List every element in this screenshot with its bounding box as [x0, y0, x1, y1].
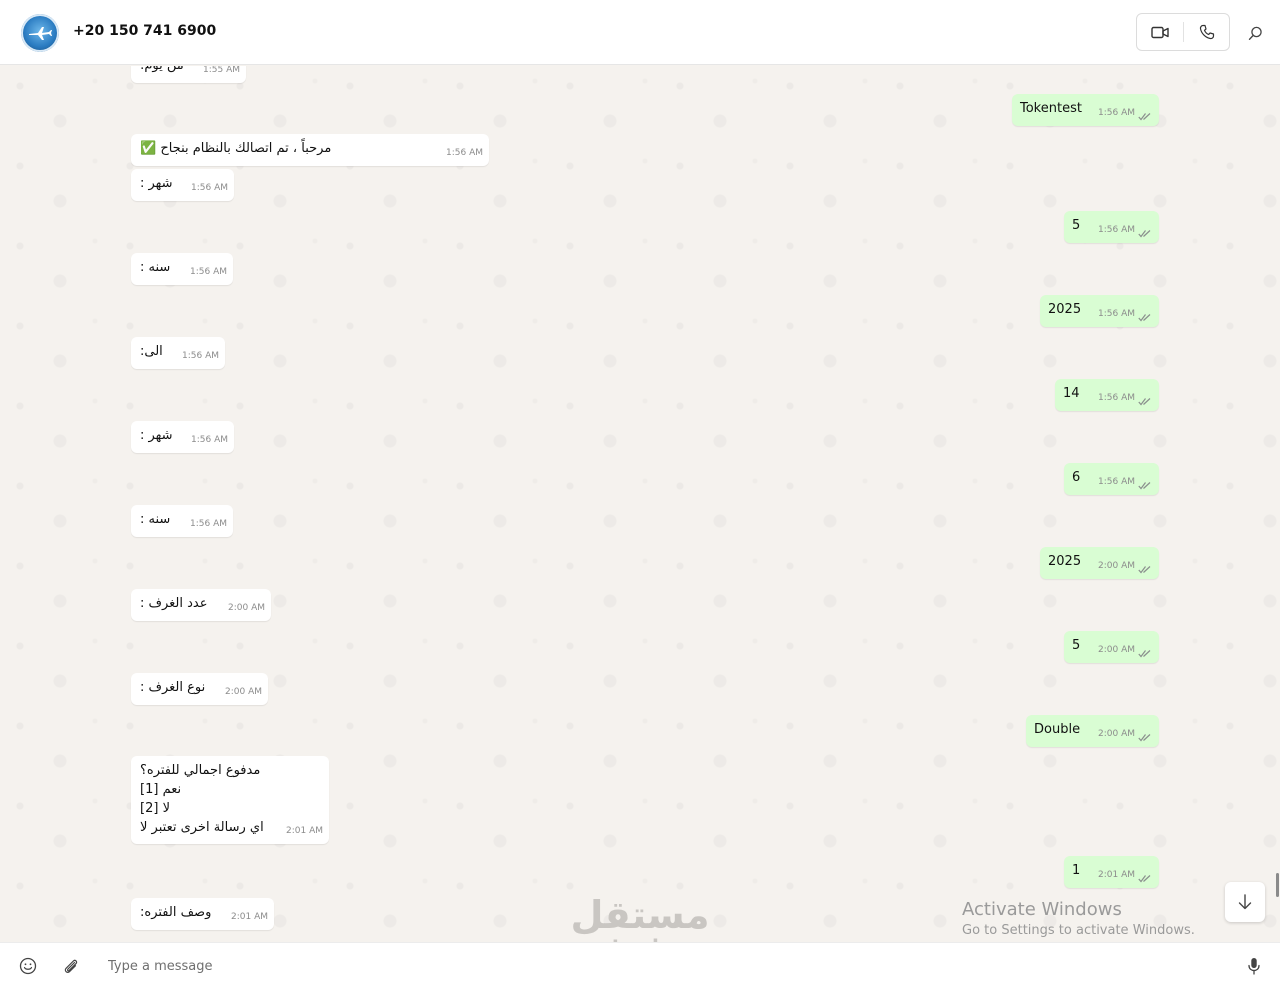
message-incoming[interactable]: وصف الفتره: 2:01 AM	[131, 898, 274, 930]
message-incoming[interactable]: شهر : 1:56 AM	[131, 421, 234, 453]
message-outgoing[interactable]: Double 2:00 AM	[1026, 715, 1159, 747]
message-time: 2:01 AM	[286, 826, 323, 836]
message-text: سنه :	[140, 260, 171, 275]
message-time: 1:56 AM	[190, 519, 227, 529]
arrow-down-icon	[1238, 894, 1252, 910]
airplane-logo-icon	[29, 27, 52, 40]
message-outgoing[interactable]: 2025 1:56 AM	[1040, 295, 1159, 327]
read-ticks-icon	[1138, 398, 1151, 406]
contact-avatar[interactable]	[21, 14, 59, 52]
read-ticks-icon	[1138, 650, 1151, 658]
message-outgoing[interactable]: 2025 2:00 AM	[1040, 547, 1159, 579]
activate-windows-notice: Activate Windows Go to Settings to activ…	[962, 899, 1195, 938]
read-ticks-icon	[1138, 875, 1151, 883]
message-time: 2:00 AM	[228, 603, 265, 613]
scrollbar-thumb[interactable]	[1276, 873, 1279, 897]
activate-title: Activate Windows	[962, 899, 1122, 920]
message-text: 1	[1072, 863, 1081, 878]
message-time: 1:56 AM	[1098, 108, 1135, 118]
message-incoming-multiline[interactable]: مدفوع اجمالي للفتره؟ نعم [1] لا [2] اي ر…	[131, 756, 329, 844]
message-incoming[interactable]: سنه : 1:56 AM	[131, 253, 233, 285]
message-list[interactable]: من يوم: 1:55 AM Tokentest 1:56 AM مرحباً…	[0, 66, 1280, 942]
message-text: Double	[1034, 722, 1081, 737]
message-time: 2:00 AM	[1098, 729, 1135, 739]
message-time: 1:56 AM	[1098, 225, 1135, 235]
message-text: 5	[1072, 218, 1081, 233]
message-outgoing[interactable]: Tokentest 1:56 AM	[1012, 94, 1159, 126]
search-icon	[1248, 26, 1262, 40]
message-incoming[interactable]: سنه : 1:56 AM	[131, 505, 233, 537]
message-incoming[interactable]: الى: 1:56 AM	[131, 337, 225, 369]
message-line: مدفوع اجمالي للفتره؟	[140, 763, 261, 778]
message-outgoing[interactable]: 14 1:56 AM	[1055, 379, 1159, 411]
message-line: نعم [1]	[140, 782, 182, 797]
read-ticks-icon	[1138, 734, 1151, 742]
scroll-to-bottom-button[interactable]	[1225, 882, 1265, 922]
message-time: 1:56 AM	[182, 351, 219, 361]
read-ticks-icon	[1138, 314, 1151, 322]
message-text: عدد الغرف :	[140, 596, 208, 611]
microphone-icon	[1248, 958, 1260, 975]
message-incoming[interactable]: مرحباً ، تم اتصالك بالنظام بنجاح ✅ 1:56 …	[131, 134, 489, 166]
message-outgoing[interactable]: 6 1:56 AM	[1064, 463, 1159, 495]
message-line: لا [2]	[140, 801, 170, 816]
message-incoming[interactable]: نوع الغرف : 2:00 AM	[131, 673, 268, 705]
attach-button[interactable]	[61, 956, 81, 976]
message-text: 5	[1072, 638, 1081, 653]
read-ticks-icon	[1138, 482, 1151, 490]
read-ticks-icon	[1138, 230, 1151, 238]
video-call-icon	[1151, 26, 1169, 38]
message-time: 2:00 AM	[225, 687, 262, 697]
message-text: من يوم:	[140, 66, 184, 74]
message-text: نوع الغرف :	[140, 680, 206, 695]
message-time: 2:00 AM	[1098, 561, 1135, 571]
contact-name[interactable]: +20 150 741 6900	[73, 23, 216, 39]
message-outgoing[interactable]: 5 1:56 AM	[1064, 211, 1159, 243]
chat-header: +20 150 741 6900	[0, 0, 1280, 65]
watermark-arabic: مستقل	[570, 893, 710, 937]
message-time: 1:56 AM	[446, 148, 483, 158]
message-composer	[0, 942, 1280, 989]
message-text: الى:	[140, 344, 163, 359]
message-time: 2:01 AM	[231, 912, 268, 922]
message-time: 1:56 AM	[191, 183, 228, 193]
message-time: 2:00 AM	[1098, 645, 1135, 655]
message-time: 1:56 AM	[190, 267, 227, 277]
paperclip-icon	[64, 959, 78, 974]
message-time: 1:56 AM	[1098, 393, 1135, 403]
message-text: 6	[1072, 470, 1081, 485]
message-outgoing[interactable]: 5 2:00 AM	[1064, 631, 1159, 663]
message-text: شهر :	[140, 428, 173, 443]
message-time: 1:56 AM	[1098, 477, 1135, 487]
message-time: 2:01 AM	[1098, 870, 1135, 880]
emoji-button[interactable]	[18, 956, 38, 976]
message-time: 1:56 AM	[1098, 309, 1135, 319]
search-button[interactable]	[1242, 20, 1268, 46]
message-text: 2025	[1048, 302, 1082, 317]
message-text: 14	[1063, 386, 1080, 401]
message-line: اي رسالة اخرى تعتبر لا	[140, 820, 264, 835]
voice-call-button[interactable]	[1184, 14, 1230, 50]
read-ticks-icon	[1138, 113, 1151, 121]
message-input[interactable]	[100, 951, 1236, 981]
video-call-button[interactable]	[1137, 14, 1183, 50]
message-time: 1:55 AM	[203, 66, 240, 75]
message-text: Tokentest	[1020, 101, 1082, 116]
phone-icon	[1199, 24, 1215, 40]
read-ticks-icon	[1138, 566, 1151, 574]
emoji-icon	[19, 957, 37, 975]
activate-subtitle: Go to Settings to activate Windows.	[962, 923, 1195, 938]
message-text: سنه :	[140, 512, 171, 527]
message-text: مرحباً ، تم اتصالك بالنظام بنجاح ✅	[140, 141, 332, 156]
voice-message-button[interactable]	[1244, 956, 1264, 976]
message-time: 1:56 AM	[191, 435, 228, 445]
message-outgoing[interactable]: 1 2:01 AM	[1064, 856, 1159, 888]
message-incoming[interactable]: من يوم: 1:55 AM	[131, 66, 246, 83]
message-text: 2025	[1048, 554, 1082, 569]
message-text: وصف الفتره:	[140, 905, 212, 920]
call-buttons	[1136, 13, 1230, 51]
message-incoming[interactable]: عدد الغرف : 2:00 AM	[131, 589, 271, 621]
message-text: شهر :	[140, 176, 173, 191]
message-incoming[interactable]: شهر : 1:56 AM	[131, 169, 234, 201]
